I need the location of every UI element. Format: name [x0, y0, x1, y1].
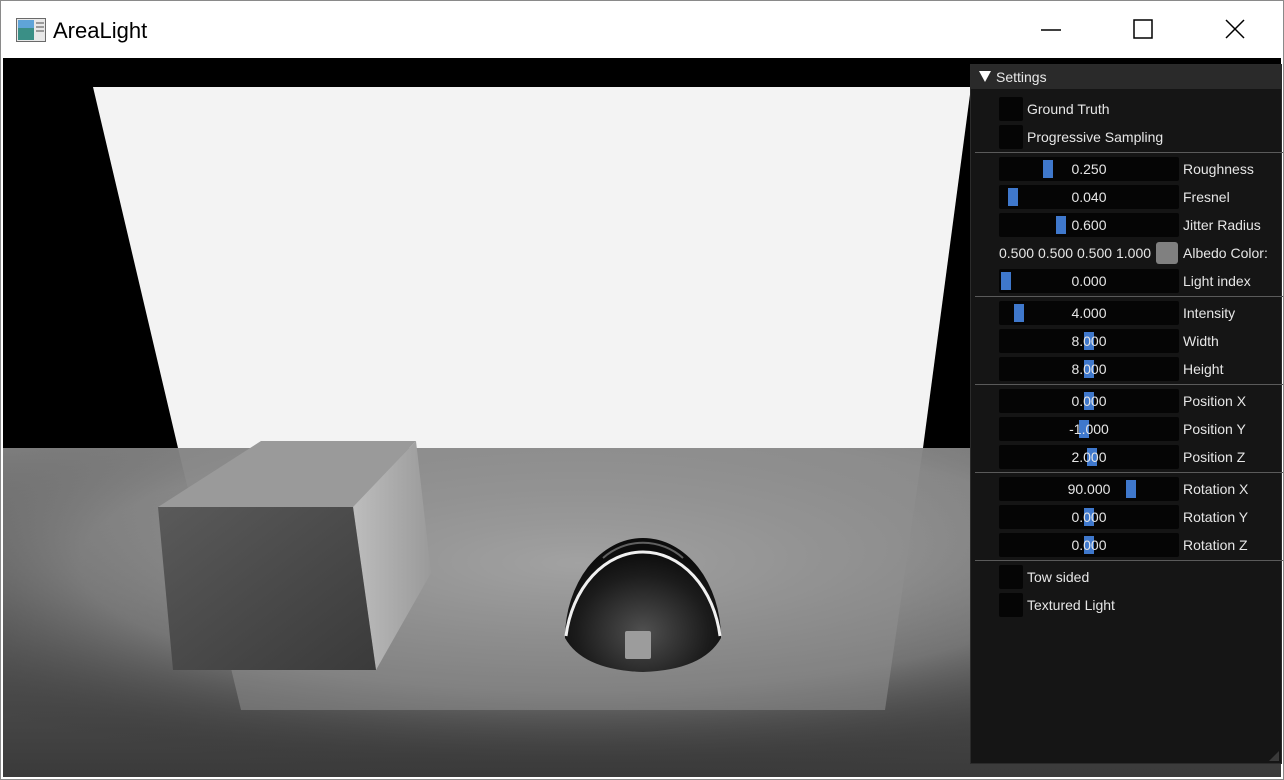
- position-z-value: 2.000: [1071, 449, 1107, 465]
- albedo-label: Albedo Color:: [1183, 245, 1268, 261]
- light-index-slider[interactable]: 0.000: [999, 269, 1179, 293]
- intensity-label: Intensity: [1183, 305, 1236, 321]
- cube-front: [158, 507, 376, 670]
- separator: [975, 472, 1283, 473]
- separator: [975, 152, 1283, 153]
- rotation-z-label: Rotation Z: [1183, 537, 1248, 553]
- width-value: 8.000: [1071, 333, 1107, 349]
- settings-header-label: Settings: [996, 69, 1047, 85]
- width-label: Width: [1183, 333, 1219, 349]
- app-icon: [16, 18, 46, 42]
- ground-truth-label: Ground Truth: [1027, 101, 1110, 117]
- close-icon: [1225, 19, 1245, 39]
- fresnel-value: 0.040: [1071, 189, 1107, 205]
- position-z-label: Position Z: [1183, 449, 1246, 465]
- rotation-z-slider[interactable]: 0.000: [999, 533, 1179, 557]
- rotation-z-value: 0.000: [1071, 537, 1107, 553]
- roughness-label: Roughness: [1183, 161, 1254, 177]
- maximize-icon: [1133, 19, 1153, 39]
- settings-panel[interactable]: Settings Ground Truth Progressive Sampli…: [970, 64, 1283, 764]
- albedo-g-field[interactable]: 0.500: [1038, 245, 1074, 261]
- rotation-x-value: 90.000: [1067, 481, 1111, 497]
- app-window: AreaLight Settings Ground Truth Progress…: [0, 0, 1284, 780]
- rotation-y-value: 0.000: [1071, 509, 1107, 525]
- separator: [975, 384, 1283, 385]
- resize-grip-icon[interactable]: [1269, 751, 1279, 761]
- position-y-slider[interactable]: -1.000: [999, 417, 1179, 441]
- collapse-triangle-icon[interactable]: [979, 71, 991, 82]
- close-button[interactable]: [1189, 1, 1281, 58]
- separator: [975, 560, 1283, 561]
- jitter-radius-value: 0.600: [1071, 217, 1107, 233]
- width-slider[interactable]: 8.000: [999, 329, 1179, 353]
- maximize-button[interactable]: [1097, 1, 1189, 58]
- roughness-slider[interactable]: 0.250: [999, 157, 1179, 181]
- textured-light-label: Textured Light: [1027, 597, 1115, 613]
- albedo-r-field[interactable]: 0.500: [999, 245, 1035, 261]
- position-y-label: Position Y: [1183, 421, 1246, 437]
- jitter-radius-slider[interactable]: 0.600: [999, 213, 1179, 237]
- rotation-x-slider[interactable]: 90.000: [999, 477, 1179, 501]
- intensity-value: 4.000: [1071, 305, 1107, 321]
- rotation-y-label: Rotation Y: [1183, 509, 1249, 525]
- light-index-value: 0.000: [1071, 273, 1107, 289]
- jitter-radius-label: Jitter Radius: [1183, 217, 1261, 233]
- separator: [975, 296, 1283, 297]
- ground-truth-checkbox[interactable]: [999, 97, 1023, 121]
- position-x-label: Position X: [1183, 393, 1247, 409]
- position-x-value: 0.000: [1071, 393, 1107, 409]
- position-x-slider[interactable]: 0.000: [999, 389, 1179, 413]
- progressive-sampling-checkbox[interactable]: [999, 125, 1023, 149]
- roughness-value: 0.250: [1071, 161, 1107, 177]
- light-index-label: Light index: [1183, 273, 1251, 289]
- title-bar[interactable]: AreaLight: [1, 1, 1283, 58]
- intensity-slider[interactable]: 4.000: [999, 301, 1179, 325]
- albedo-b-field[interactable]: 0.500: [1077, 245, 1113, 261]
- position-z-slider[interactable]: 2.000: [999, 445, 1179, 469]
- fresnel-slider[interactable]: 0.040: [999, 185, 1179, 209]
- position-y-value: -1.000: [1069, 421, 1109, 437]
- progressive-sampling-label: Progressive Sampling: [1027, 129, 1164, 145]
- rotation-y-slider[interactable]: 0.000: [999, 505, 1179, 529]
- tow-sided-label: Tow sided: [1027, 569, 1090, 585]
- textured-light-checkbox[interactable]: [999, 593, 1023, 617]
- minimize-button[interactable]: [1005, 1, 1097, 58]
- window-title: AreaLight: [53, 18, 148, 43]
- tow-sided-checkbox[interactable]: [999, 565, 1023, 589]
- rotation-x-label: Rotation X: [1183, 481, 1249, 497]
- height-value: 8.000: [1071, 361, 1107, 377]
- albedo-color-editor[interactable]: 0.500 0.500 0.500 1.000: [999, 241, 1179, 265]
- minimize-icon: [1041, 29, 1061, 31]
- height-label: Height: [1183, 361, 1224, 377]
- height-slider[interactable]: 8.000: [999, 357, 1179, 381]
- albedo-color-swatch[interactable]: [1156, 242, 1178, 264]
- albedo-a-field[interactable]: 1.000: [1116, 245, 1152, 261]
- fresnel-label: Fresnel: [1183, 189, 1230, 205]
- settings-header[interactable]: Settings: [971, 65, 1282, 89]
- area-light-panel: [93, 87, 971, 448]
